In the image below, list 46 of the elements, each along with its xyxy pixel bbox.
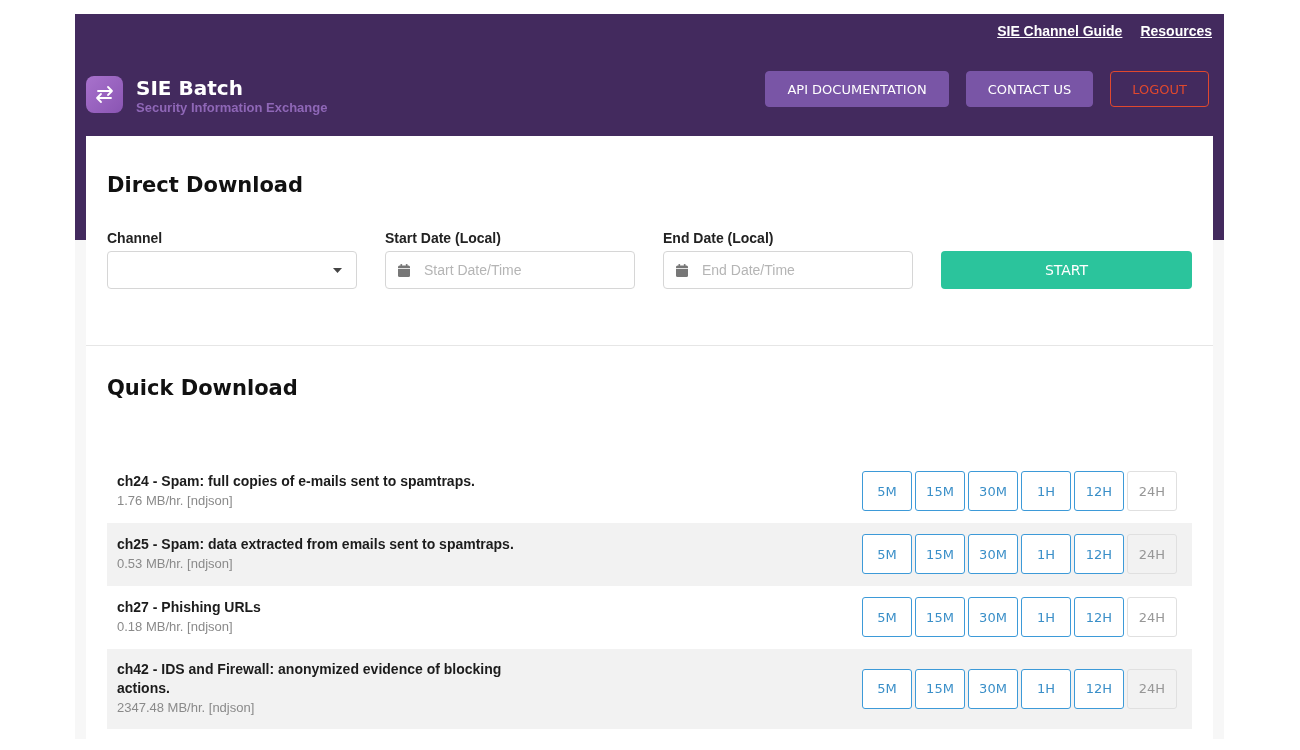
duration-button[interactable]: 1H (1021, 471, 1071, 511)
duration-button[interactable]: 12H (1074, 471, 1124, 511)
field-label: Channel (107, 229, 164, 247)
exchange-arrows-logo-icon (86, 76, 123, 113)
app-title: SIE Batch (136, 76, 244, 100)
duration-button[interactable]: 5M (862, 597, 912, 637)
field-label: Start Date (Local) (385, 229, 502, 247)
caret-icon (333, 267, 342, 273)
channel-rate: 1.76 MB/hr. [ndjson] (117, 492, 234, 510)
duration-button[interactable]: 15M (915, 668, 965, 709)
duration-button[interactable]: 5M (862, 471, 912, 511)
channel-rate: 2347.48 MB/hr. [ndjson] (117, 699, 256, 717)
duration-button[interactable]: 15M (915, 597, 965, 637)
channel-title: ch24 - Spam: full copies of e-mails sent to spamtraps. (117, 472, 475, 491)
duration-button[interactable]: 1H (1021, 668, 1071, 709)
header-button[interactable]: LOGOUT (1110, 71, 1209, 107)
duration-button[interactable]: 12H (1074, 534, 1124, 574)
channel-rate: 0.53 MB/hr. [ndjson] (117, 555, 234, 573)
duration-button[interactable]: 30M (968, 668, 1018, 709)
duration-button[interactable]: 12H (1074, 597, 1124, 637)
duration-button[interactable]: 1H (1021, 597, 1071, 637)
channel-rate: 0.18 MB/hr. [ndjson] (117, 618, 234, 636)
section-title: Direct Download (107, 172, 305, 199)
channel-title: ch42 - IDS and Firewall: anonymized evidence of blocking actions. (117, 660, 503, 698)
duration-button[interactable]: 5M (862, 534, 912, 574)
app-subtitle: Security Information Exchange (136, 100, 328, 116)
header-button[interactable]: CONTACT US (965, 71, 1094, 107)
header-link[interactable]: Resources (1140, 22, 1212, 40)
duration-button[interactable]: 5M (862, 668, 912, 709)
channel-select[interactable] (107, 251, 357, 289)
duration-button[interactable]: 1H (1021, 534, 1071, 574)
header-button[interactable]: API DOCUMENTATION (765, 71, 949, 107)
duration-button[interactable]: 15M (915, 534, 965, 574)
date-field[interactable]: Start Date/Time (385, 251, 635, 289)
duration-button[interactable]: 12H (1074, 668, 1124, 709)
section-title: Quick Download (107, 375, 299, 402)
channel-title: ch27 - Phishing URLs (117, 598, 261, 617)
duration-button[interactable]: 30M (968, 534, 1018, 574)
channel-title: ch25 - Spam: data extracted from emails sent to spamtraps. (117, 535, 514, 554)
duration-button[interactable]: 30M (968, 597, 1018, 637)
date-field[interactable]: End Date/Time (663, 251, 913, 289)
field-label: End Date (Local) (663, 229, 775, 247)
duration-button[interactable]: 30M (968, 471, 1018, 511)
header-link[interactable]: SIE Channel Guide (997, 22, 1123, 40)
start-button[interactable]: START (941, 251, 1192, 289)
duration-button[interactable]: 15M (915, 471, 965, 511)
